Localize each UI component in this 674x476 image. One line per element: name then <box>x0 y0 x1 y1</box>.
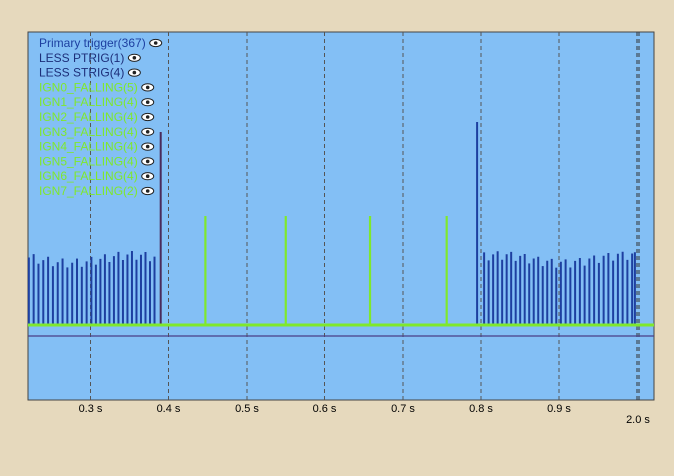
eye-icon[interactable] <box>141 157 155 166</box>
eye-icon[interactable] <box>141 142 155 151</box>
eye-icon[interactable] <box>141 112 155 122</box>
eye-icon[interactable] <box>141 127 155 136</box>
x-tick-label: 0.3 s <box>79 403 103 415</box>
eye-icon[interactable] <box>149 38 163 48</box>
x-tick-label: 0.5 s <box>235 403 259 415</box>
x-axis-ticks: 0.3 s 0.4 s 0.5 s 0.6 s 0.7 s 0.8 s 0.9 s 2.0 s <box>79 403 651 426</box>
legend-item[interactable]: IGN3_FALLING(4) <box>39 125 155 139</box>
legend-item[interactable]: IGN4_FALLING(4) <box>39 140 155 154</box>
legend-label: LESS PTRIG(1) <box>39 51 124 65</box>
legend-label: Primary trigger(367) <box>39 36 146 50</box>
legend-label: IGN4_FALLING(4) <box>39 140 138 154</box>
legend-label: IGN5_FALLING(4) <box>39 154 138 168</box>
x-tick-label: 0.8 s <box>469 403 493 415</box>
legend-label: IGN6_FALLING(4) <box>39 169 138 183</box>
legend-item[interactable]: Primary trigger(367) <box>39 36 163 50</box>
legend-label: IGN2_FALLING(4) <box>39 110 138 124</box>
eye-icon[interactable] <box>141 83 155 92</box>
legend-label: IGN3_FALLING(4) <box>39 125 138 139</box>
eye-icon[interactable] <box>127 68 141 77</box>
x-tick-label: 0.4 s <box>157 403 181 415</box>
x-tick-label: 0.9 s <box>547 403 571 415</box>
legend-item[interactable]: IGN5_FALLING(4) <box>39 154 155 168</box>
x-tick-label: 0.7 s <box>391 403 415 415</box>
eye-icon[interactable] <box>141 98 155 107</box>
eye-icon[interactable] <box>127 53 141 62</box>
legend-item[interactable]: IGN2_FALLING(4) <box>39 110 155 124</box>
legend-item[interactable]: IGN6_FALLING(4) <box>39 169 155 183</box>
legend-label: IGN7_FALLING(2) <box>39 184 138 198</box>
eye-icon[interactable] <box>141 186 155 196</box>
legend-label: LESS STRIG(4) <box>39 66 124 80</box>
legend-label: IGN1_FALLING(4) <box>39 95 138 109</box>
legend-item[interactable]: IGN1_FALLING(4) <box>39 95 155 109</box>
x-tick-label-end: 2.0 s <box>626 414 650 426</box>
legend-item[interactable]: IGN7_FALLING(2) <box>39 184 155 198</box>
x-tick-label: 0.6 s <box>313 403 337 415</box>
eye-icon[interactable] <box>141 172 155 181</box>
legend-label: IGN0_FALLING(5) <box>39 80 138 94</box>
chart: 0.3 s 0.4 s 0.5 s 0.6 s 0.7 s 0.8 s 0.9 s 2.0 s… <box>27 31 655 426</box>
legend-item[interactable]: IGN0_FALLING(5) <box>39 80 155 94</box>
